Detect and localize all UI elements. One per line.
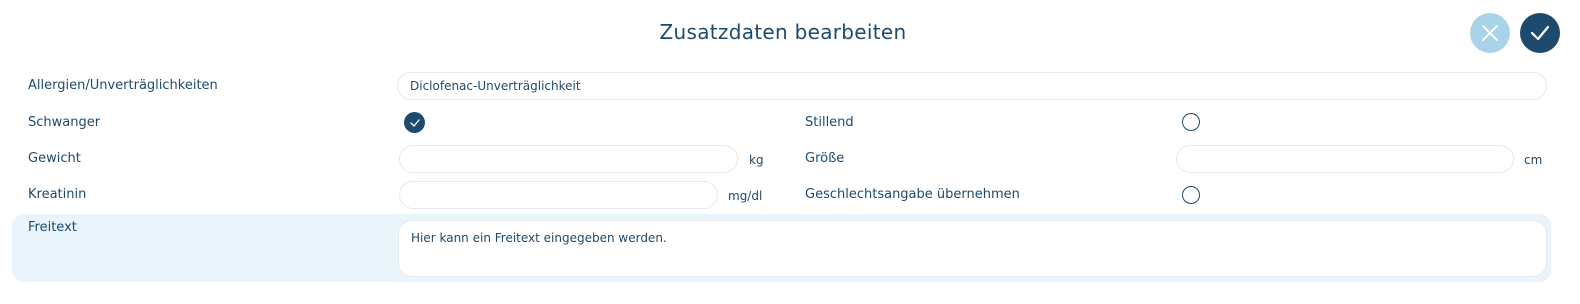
pregnant-label: Schwanger — [28, 115, 101, 130]
weight-unit: kg — [749, 153, 764, 167]
weight-input[interactable] — [399, 145, 738, 173]
pregnant-radio[interactable] — [404, 112, 425, 133]
gender-radio[interactable] — [1182, 186, 1200, 204]
height-input[interactable] — [1176, 145, 1514, 173]
creatinine-label: Kreatinin — [28, 187, 87, 202]
freitext-input[interactable] — [398, 220, 1547, 277]
weight-label: Gewicht — [28, 151, 81, 166]
check-icon — [1530, 25, 1550, 41]
allergies-label: Allergien/Unverträglichkeiten — [28, 78, 218, 93]
height-unit: cm — [1524, 153, 1543, 167]
freitext-label: Freitext — [28, 220, 77, 235]
creatinine-input[interactable] — [399, 181, 718, 209]
creatinine-unit: mg/dl — [728, 189, 763, 203]
zusatzdaten-dialog: Zusatzdaten bearbeiten Allergien/Unvertr… — [0, 0, 1580, 304]
breastfeeding-label: Stillend — [805, 115, 854, 130]
close-icon — [1482, 25, 1498, 41]
confirm-button[interactable] — [1520, 13, 1560, 53]
allergies-input[interactable] — [397, 72, 1547, 100]
check-icon — [409, 118, 420, 127]
dialog-title: Zusatzdaten bearbeiten — [659, 20, 907, 44]
breastfeeding-radio[interactable] — [1182, 113, 1200, 131]
height-label: Größe — [805, 151, 845, 166]
gender-label: Geschlechtsangabe übernehmen — [805, 187, 1020, 202]
cancel-button[interactable] — [1470, 13, 1510, 53]
